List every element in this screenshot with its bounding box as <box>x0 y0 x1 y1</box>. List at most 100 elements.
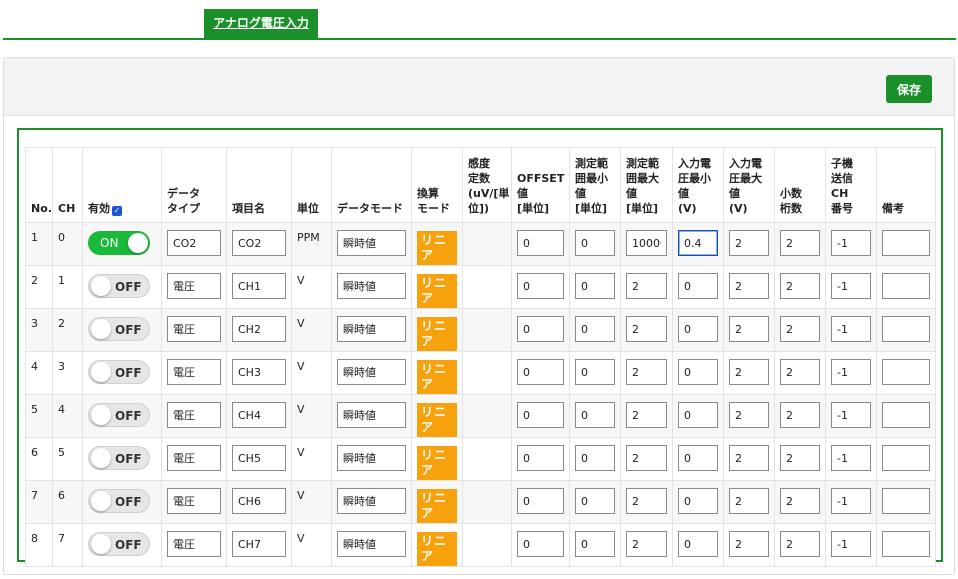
data-mode-input[interactable] <box>337 488 406 514</box>
range-max-input[interactable] <box>626 273 667 299</box>
data-type-input[interactable] <box>167 445 221 471</box>
item-name-input[interactable] <box>232 531 286 557</box>
data-mode-input[interactable] <box>337 445 406 471</box>
offset-input[interactable] <box>517 359 564 385</box>
send-ch-input[interactable] <box>831 230 871 256</box>
offset-input[interactable] <box>517 531 564 557</box>
item-name-input[interactable] <box>232 488 286 514</box>
range-min-input[interactable] <box>575 359 615 385</box>
item-name-input[interactable] <box>232 445 286 471</box>
offset-input[interactable] <box>517 273 564 299</box>
send-ch-input[interactable] <box>831 316 871 342</box>
conversion-mode-badge[interactable]: リニア <box>417 532 457 566</box>
data-type-input[interactable] <box>167 488 221 514</box>
decimals-input[interactable] <box>780 531 820 557</box>
vmax-input[interactable] <box>729 316 769 342</box>
offset-input[interactable] <box>517 488 564 514</box>
conversion-mode-badge[interactable]: リニア <box>417 317 457 351</box>
vmax-input[interactable] <box>729 273 769 299</box>
vmin-input[interactable] <box>678 531 718 557</box>
range-max-input[interactable] <box>626 402 667 428</box>
data-type-input[interactable] <box>167 273 221 299</box>
enable-toggle[interactable]: OFF <box>88 317 150 341</box>
vmin-input[interactable] <box>678 316 718 342</box>
vmax-input[interactable] <box>729 488 769 514</box>
enable-toggle[interactable]: ON <box>88 231 150 255</box>
data-mode-input[interactable] <box>337 402 406 428</box>
conversion-mode-badge[interactable]: リニア <box>417 403 457 437</box>
data-mode-input[interactable] <box>337 316 406 342</box>
offset-input[interactable] <box>517 402 564 428</box>
note-input[interactable] <box>882 445 930 471</box>
decimals-input[interactable] <box>780 488 820 514</box>
decimals-input[interactable] <box>780 273 820 299</box>
enable-toggle[interactable]: OFF <box>88 403 150 427</box>
range-max-input[interactable] <box>626 488 667 514</box>
data-mode-input[interactable] <box>337 531 406 557</box>
decimals-input[interactable] <box>780 402 820 428</box>
enable-toggle[interactable]: OFF <box>88 532 150 556</box>
send-ch-input[interactable] <box>831 359 871 385</box>
enable-toggle[interactable]: OFF <box>88 274 150 298</box>
vmax-input[interactable] <box>729 230 769 256</box>
conversion-mode-badge[interactable]: リニア <box>417 489 457 523</box>
range-max-input[interactable] <box>626 316 667 342</box>
conversion-mode-badge[interactable]: リニア <box>417 231 457 265</box>
enable-toggle[interactable]: OFF <box>88 446 150 470</box>
vmax-input[interactable] <box>729 359 769 385</box>
send-ch-input[interactable] <box>831 531 871 557</box>
vmin-input[interactable] <box>678 359 718 385</box>
decimals-input[interactable] <box>780 230 820 256</box>
data-mode-input[interactable] <box>337 359 406 385</box>
note-input[interactable] <box>882 316 930 342</box>
item-name-input[interactable] <box>232 402 286 428</box>
offset-input[interactable] <box>517 230 564 256</box>
conversion-mode-badge[interactable]: リニア <box>417 446 457 480</box>
note-input[interactable] <box>882 488 930 514</box>
range-max-input[interactable] <box>626 445 667 471</box>
enable-toggle[interactable]: OFF <box>88 489 150 513</box>
data-type-input[interactable] <box>167 359 221 385</box>
note-input[interactable] <box>882 273 930 299</box>
range-min-input[interactable] <box>575 402 615 428</box>
note-input[interactable] <box>882 402 930 428</box>
range-min-input[interactable] <box>575 445 615 471</box>
data-type-input[interactable] <box>167 531 221 557</box>
vmin-input[interactable] <box>678 273 718 299</box>
data-type-input[interactable] <box>167 230 221 256</box>
decimals-input[interactable] <box>780 359 820 385</box>
tab-analog-voltage-input[interactable]: アナログ電圧入力 <box>204 9 318 38</box>
data-mode-input[interactable] <box>337 273 406 299</box>
send-ch-input[interactable] <box>831 402 871 428</box>
offset-input[interactable] <box>517 445 564 471</box>
vmin-input[interactable] <box>678 230 718 256</box>
vmax-input[interactable] <box>729 531 769 557</box>
range-min-input[interactable] <box>575 230 615 256</box>
note-input[interactable] <box>882 230 930 256</box>
range-max-input[interactable] <box>626 531 667 557</box>
range-min-input[interactable] <box>575 531 615 557</box>
enable-toggle[interactable]: OFF <box>88 360 150 384</box>
note-input[interactable] <box>882 359 930 385</box>
range-min-input[interactable] <box>575 316 615 342</box>
item-name-input[interactable] <box>232 359 286 385</box>
range-min-input[interactable] <box>575 273 615 299</box>
save-button[interactable]: 保存 <box>886 75 932 103</box>
conversion-mode-badge[interactable]: リニア <box>417 360 457 394</box>
range-max-input[interactable] <box>626 359 667 385</box>
enable-all-checkbox[interactable]: ✓ <box>112 206 122 216</box>
conversion-mode-badge[interactable]: リニア <box>417 274 457 308</box>
send-ch-input[interactable] <box>831 445 871 471</box>
send-ch-input[interactable] <box>831 488 871 514</box>
offset-input[interactable] <box>517 316 564 342</box>
range-min-input[interactable] <box>575 488 615 514</box>
vmin-input[interactable] <box>678 488 718 514</box>
decimals-input[interactable] <box>780 316 820 342</box>
decimals-input[interactable] <box>780 445 820 471</box>
data-mode-input[interactable] <box>337 230 406 256</box>
item-name-input[interactable] <box>232 316 286 342</box>
vmax-input[interactable] <box>729 402 769 428</box>
send-ch-input[interactable] <box>831 273 871 299</box>
item-name-input[interactable] <box>232 273 286 299</box>
data-type-input[interactable] <box>167 402 221 428</box>
